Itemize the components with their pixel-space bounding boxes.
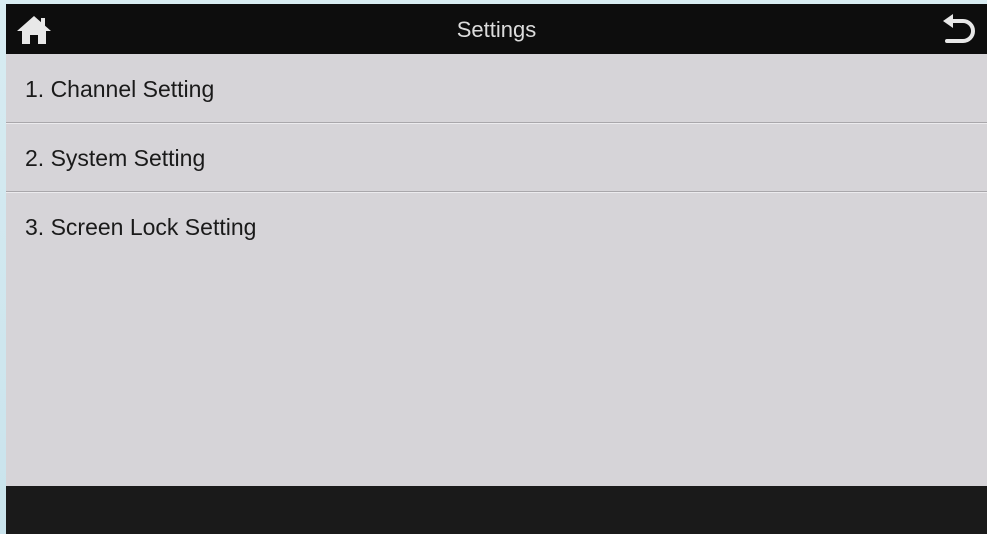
title-bar: Settings xyxy=(6,4,987,54)
bottom-bar xyxy=(6,486,987,534)
device-frame: Settings 1. Channel Setting 2. System Se… xyxy=(0,0,987,534)
settings-menu: 1. Channel Setting 2. System Setting 3. … xyxy=(6,54,987,260)
settings-screen: Settings 1. Channel Setting 2. System Se… xyxy=(6,4,987,534)
page-title: Settings xyxy=(456,17,537,42)
menu-item-channel-setting[interactable]: 1. Channel Setting xyxy=(6,54,987,123)
menu-item-screen-lock-setting[interactable]: 3. Screen Lock Setting xyxy=(6,192,987,260)
back-arrow-icon xyxy=(943,14,975,43)
menu-item-system-setting[interactable]: 2. System Setting xyxy=(6,123,987,192)
back-button[interactable] xyxy=(939,12,979,48)
